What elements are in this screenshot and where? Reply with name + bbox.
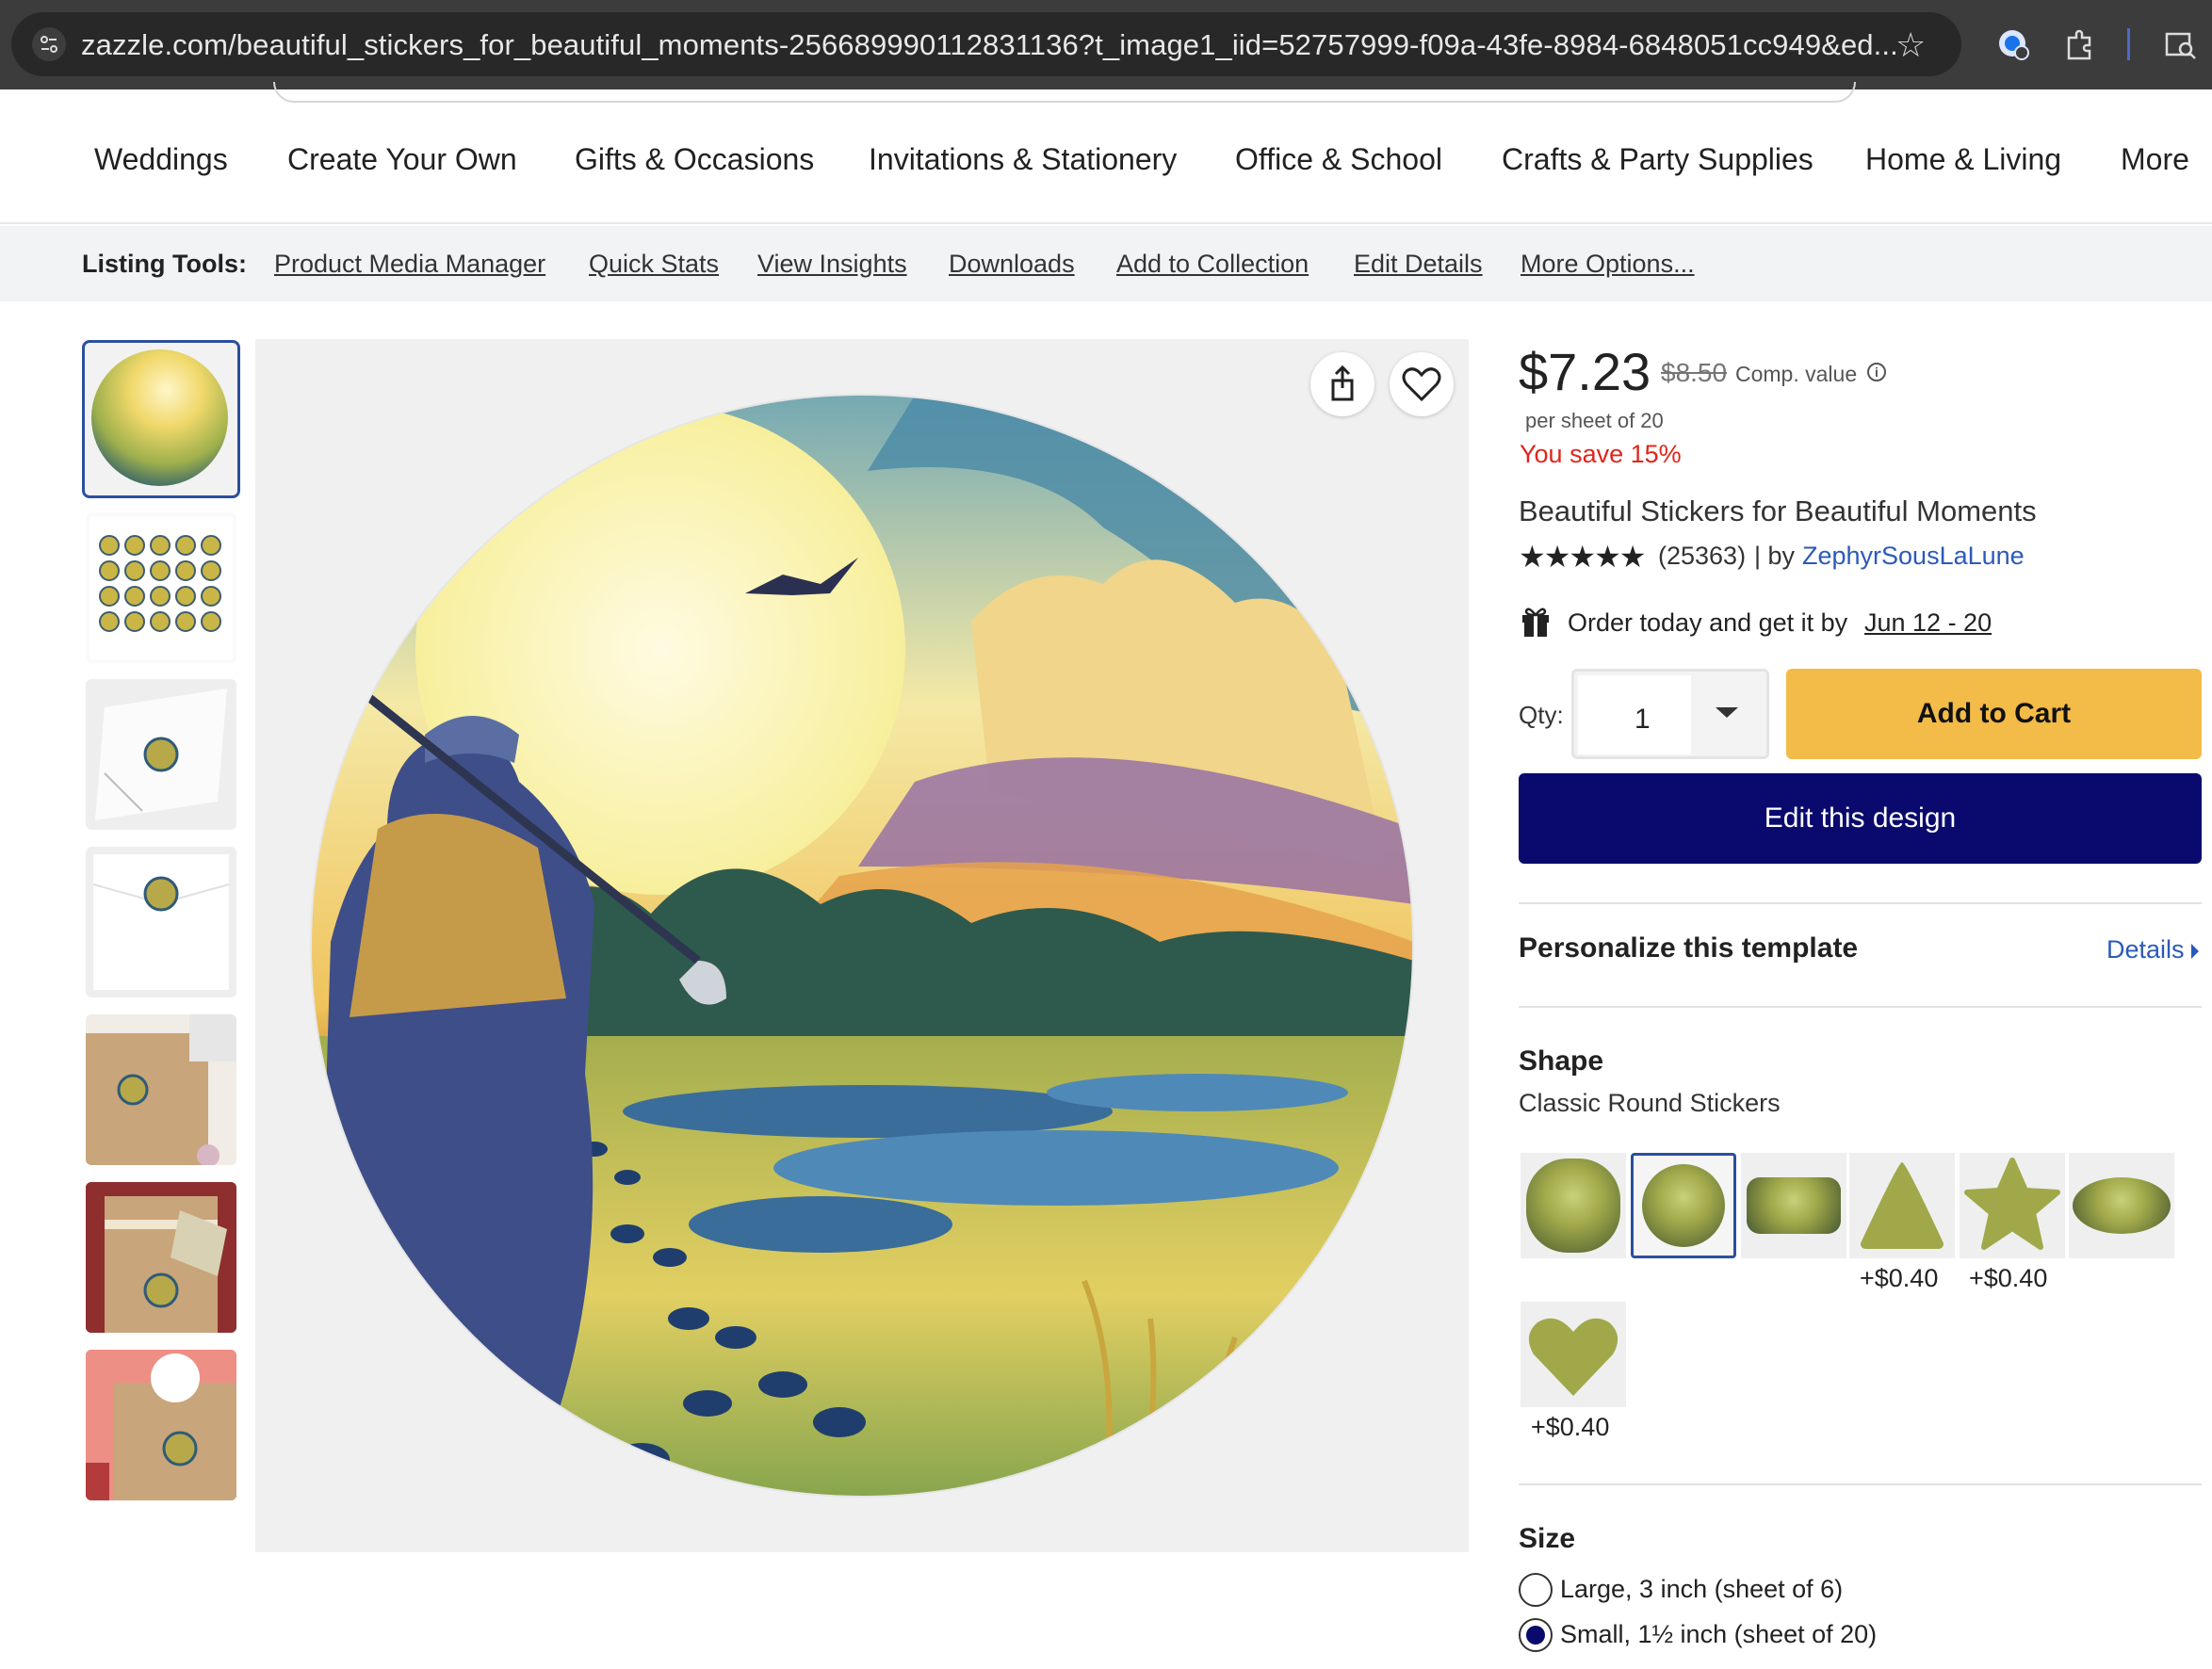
shape-preview (1642, 1164, 1725, 1247)
kraft-gift-photo (86, 1014, 236, 1165)
share-icon (1331, 365, 1354, 401)
nav-gifts-occasions[interactable]: Gifts & Occasions (575, 142, 814, 177)
search-bar-edge[interactable] (273, 82, 1856, 103)
favorite-button[interactable] (1390, 352, 1454, 416)
shape-option-circle[interactable] (1631, 1153, 1736, 1258)
original-price: $8.50 (1661, 358, 1728, 387)
nav-create-your-own[interactable]: Create Your Own (287, 142, 517, 177)
gift-icon (1521, 604, 1551, 638)
password-manager-icon[interactable] (1995, 26, 2033, 64)
listing-tools-bar: Listing Tools: Product Media Manager Qui… (0, 226, 2212, 301)
size-label: Large, 3 inch (sheet of 6) (1560, 1575, 1844, 1603)
shape-preview (2073, 1177, 2171, 1234)
nav-home-living[interactable]: Home & Living (1865, 142, 2061, 177)
designer-link[interactable]: ZephyrSousLaLune (1802, 542, 2025, 571)
heart-icon (1402, 367, 1441, 402)
radio-button[interactable] (1519, 1573, 1553, 1607)
tab-search-icon[interactable] (2163, 26, 2201, 64)
add-to-cart-button[interactable]: Add to Cart (1786, 669, 2202, 759)
extensions-icon[interactable] (2061, 26, 2099, 64)
divider (1519, 1483, 2202, 1485)
tool-downloads[interactable]: Downloads (949, 250, 1075, 279)
nav-more[interactable]: More (2121, 142, 2189, 177)
size-heading: Size (1519, 1523, 1576, 1554)
thumbnail-7[interactable] (86, 1350, 236, 1500)
selected-shape-label: Classic Round Stickers (1519, 1089, 1781, 1117)
listing-tools-label: Listing Tools: (82, 250, 247, 278)
toolbar-separator (2127, 28, 2130, 60)
sticker-sheet-image (89, 516, 233, 659)
qty-label: Qty: (1519, 701, 1564, 729)
radio-button-selected[interactable] (1519, 1618, 1553, 1652)
shape-price-triangle: +$0.40 (1860, 1264, 1939, 1292)
nav-office-school[interactable]: Office & School (1235, 142, 1442, 177)
comp-value-label: Comp. value (1735, 362, 1858, 386)
thumbnail-sticker-image (91, 349, 228, 486)
category-nav: Weddings Create Your Own Gifts & Occasio… (0, 82, 2212, 224)
shape-option-star[interactable] (1960, 1153, 2065, 1258)
white-bag-photo (92, 854, 230, 990)
savings-label: You save 15% (1520, 440, 1682, 468)
url-text[interactable]: zazzle.com/beautiful_stickers_for_beauti… (81, 28, 1898, 62)
current-price: $7.23 (1519, 342, 1651, 401)
tool-edit-details[interactable]: Edit Details (1354, 250, 1483, 279)
shape-option-rounded-square[interactable] (1521, 1153, 1626, 1258)
thumbnail-5[interactable] (86, 1014, 236, 1165)
quantity-input[interactable]: 1 (1578, 675, 1691, 754)
shape-preview (1861, 1162, 1944, 1249)
browser-toolbar: zazzle.com/beautiful_stickers_for_beauti… (0, 0, 2212, 89)
delivery-date-link[interactable]: Jun 12 - 20 (1864, 608, 1992, 638)
by-label: | by (1754, 542, 1796, 570)
address-bar[interactable]: zazzle.com/beautiful_stickers_for_beauti… (11, 12, 1961, 76)
shape-preview (1964, 1158, 2060, 1250)
shape-option-rectangle[interactable] (1741, 1153, 1846, 1258)
per-sheet-label: per sheet of 20 (1525, 409, 1664, 432)
share-button[interactable] (1310, 352, 1374, 416)
tool-product-media-manager[interactable]: Product Media Manager (274, 250, 545, 279)
caret-down-icon[interactable] (1716, 707, 1738, 718)
shape-preview (1526, 1159, 1620, 1253)
product-title: Beautiful Stickers for Beautiful Moments (1519, 494, 2037, 527)
shape-option-heart[interactable] (1521, 1302, 1626, 1407)
rating-stars-icon[interactable]: ★★★★★ (1519, 539, 1646, 575)
tool-view-insights[interactable]: View Insights (757, 250, 907, 279)
divider (1519, 902, 2202, 904)
tool-add-to-collection[interactable]: Add to Collection (1116, 250, 1309, 279)
delivery-text: Order today and get it by (1568, 608, 1848, 637)
site-settings-icon[interactable] (32, 27, 66, 61)
shape-option-triangle[interactable] (1849, 1153, 1955, 1258)
envelope-photo (95, 689, 227, 820)
thumbnail-2[interactable] (86, 512, 236, 663)
size-label: Small, 1½ inch (sheet of 20) (1560, 1620, 1878, 1648)
bookmark-star-icon[interactable]: ☆ (1895, 25, 1926, 65)
edit-design-button[interactable]: Edit this design (1519, 773, 2202, 864)
shape-price-heart: +$0.40 (1531, 1413, 1610, 1441)
thumbnail-6[interactable] (86, 1182, 236, 1333)
pink-gift-photo (86, 1350, 236, 1500)
shape-price-star: +$0.40 (1969, 1264, 2048, 1292)
details-link[interactable]: Details (2106, 935, 2185, 964)
quantity-select[interactable]: 1 (1571, 669, 1769, 759)
shape-preview (1747, 1177, 1841, 1234)
nav-weddings[interactable]: Weddings (94, 142, 228, 177)
shape-heading: Shape (1519, 1045, 1604, 1077)
nav-invitations-stationery[interactable]: Invitations & Stationery (869, 142, 1177, 177)
info-icon[interactable]: i (1867, 363, 1886, 381)
tool-more-options[interactable]: More Options... (1521, 250, 1695, 279)
golfer-sticker-artwork (310, 394, 1414, 1498)
caret-right-icon[interactable] (2191, 944, 2199, 959)
quantity-value: 1 (1635, 704, 1651, 735)
thumbnail-4[interactable] (86, 847, 236, 997)
divider (1519, 1006, 2202, 1008)
shape-option-oval[interactable] (2069, 1153, 2174, 1258)
review-count[interactable]: (25363) (1658, 542, 1746, 571)
thumbnail-3[interactable] (86, 679, 236, 830)
christmas-gift-photo (86, 1182, 236, 1333)
main-product-image[interactable] (255, 339, 1469, 1552)
personalize-heading: Personalize this template (1519, 932, 1859, 964)
nav-crafts-party[interactable]: Crafts & Party Supplies (1502, 142, 1814, 177)
thumbnail-1[interactable] (82, 340, 240, 498)
tool-quick-stats[interactable]: Quick Stats (589, 250, 719, 279)
shape-preview (1528, 1318, 1618, 1396)
